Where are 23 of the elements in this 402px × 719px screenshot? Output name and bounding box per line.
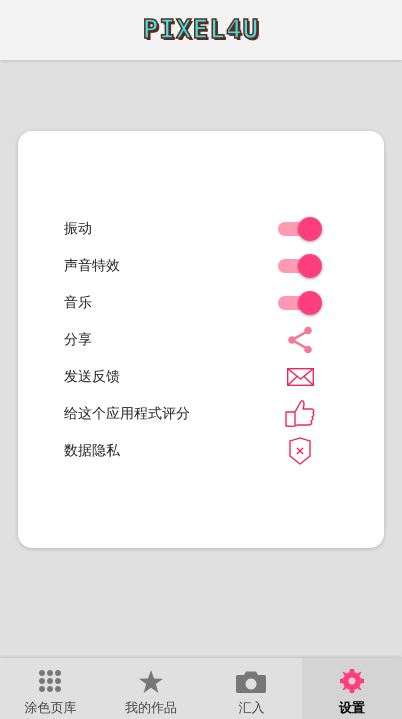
share-icon[interactable] bbox=[287, 326, 313, 354]
grid-icon bbox=[38, 669, 62, 693]
nav-tab[interactable]: 涂色页库 bbox=[0, 658, 100, 719]
star-icon bbox=[138, 670, 163, 693]
settings-icon bbox=[340, 669, 364, 693]
setting-label: 振动 bbox=[64, 220, 93, 238]
setting-label: 分享 bbox=[64, 330, 93, 348]
nav-tab[interactable]: 设置 bbox=[302, 658, 402, 719]
setting-label: 发送反馈 bbox=[64, 368, 121, 386]
toggle-switch[interactable] bbox=[278, 252, 322, 278]
app-logo: PIXEL4U bbox=[142, 15, 260, 45]
setting-label: 数据隐私 bbox=[64, 442, 121, 460]
toggle-switch[interactable] bbox=[278, 216, 322, 242]
setting-label: 声音特效 bbox=[64, 256, 121, 274]
nav-tab[interactable]: 汇入 bbox=[201, 658, 302, 719]
nav-tab[interactable]: 我的作品 bbox=[100, 658, 201, 719]
setting-label: 音乐 bbox=[64, 294, 93, 312]
shield-icon[interactable] bbox=[289, 436, 311, 464]
toggle-switch[interactable] bbox=[278, 290, 322, 316]
setting-label: 给这个应用程式评分 bbox=[64, 404, 191, 422]
camera-icon bbox=[236, 671, 266, 693]
thumbs-up-icon[interactable] bbox=[285, 398, 315, 428]
envelope-icon[interactable] bbox=[286, 368, 314, 386]
